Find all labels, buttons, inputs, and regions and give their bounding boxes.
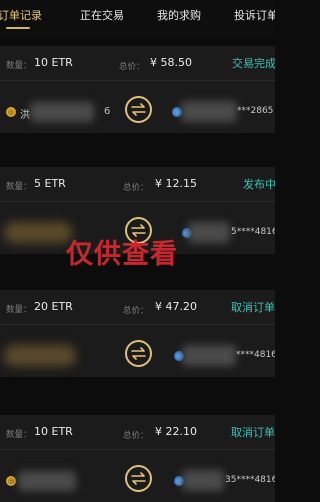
cancel-order-button[interactable]: 取消订单: [231, 424, 275, 440]
buyer-redacted: [181, 101, 237, 122]
quantity-label: 数量：: [6, 182, 32, 192]
seller-name: 洪: [20, 110, 30, 121]
buyer-id-suffix: 35****4816: [225, 475, 275, 485]
order-card[interactable]: 数量： 10 ETR 总价： ¥ 58.50 交易完成 ◎ 洪 6 ◎ ***2…: [0, 46, 275, 133]
total-label: 总价：: [123, 183, 149, 193]
buyer-id-suffix: 5****4816: [231, 227, 275, 237]
cancel-order-button[interactable]: 取消订单: [231, 299, 275, 315]
quantity-value: 5 ETR: [34, 177, 66, 190]
tab-my-requests[interactable]: 我的求购: [157, 7, 201, 23]
swap-arrows-icon: [131, 103, 146, 116]
tab-complaints[interactable]: 投诉订单: [234, 7, 275, 23]
quantity-label: 数量：: [6, 430, 32, 440]
quantity-value: 20 ETR: [34, 300, 73, 313]
total-value: ¥ 47.20: [155, 300, 197, 313]
order-status: 发布中: [243, 178, 275, 191]
order-summary-row: 数量： 5 ETR 总价： ¥ 12.15 发布中: [0, 167, 275, 202]
buyer-id-suffix: ****4816: [236, 350, 275, 360]
active-tab-indicator: [6, 27, 30, 29]
seller-redacted: [18, 471, 76, 491]
quantity-label: 数量：: [6, 305, 32, 315]
order-card[interactable]: 数量： 20 ETR 总价： ¥ 47.20 取消订单 ◎ ****4816: [0, 290, 275, 377]
total-value: ¥ 22.10: [155, 425, 197, 438]
gold-coin-icon: ◎: [6, 476, 16, 486]
buyer-id-suffix: ***2865: [237, 106, 274, 116]
buyer-redacted: [182, 345, 236, 366]
swap-arrows-icon: [131, 472, 146, 485]
seller-redacted: [4, 222, 72, 243]
total-value: ¥ 12.15: [155, 177, 197, 190]
order-summary-row: 数量： 10 ETR 总价： ¥ 58.50 交易完成: [0, 46, 275, 81]
buyer-redacted: [188, 222, 230, 243]
total-value: ¥ 58.50: [150, 56, 192, 69]
order-status: 交易完成: [232, 57, 275, 70]
tab-bar: 订单记录 正在交易 我的求购 投诉订单: [0, 0, 275, 36]
quantity-value: 10 ETR: [34, 56, 73, 69]
swap-button[interactable]: [125, 465, 152, 492]
total-label: 总价：: [123, 431, 149, 441]
seller-name-tail: 6: [104, 106, 111, 117]
swap-button[interactable]: [125, 96, 152, 123]
total-label: 总价：: [123, 306, 149, 316]
order-card[interactable]: 数量： 10 ETR 总价： ¥ 22.10 取消订单 ◎ ◎ 35****48…: [0, 415, 275, 502]
buyer-redacted: [182, 470, 224, 491]
watermark-text: 仅供查看: [66, 239, 178, 270]
order-summary-row: 数量： 20 ETR 总价： ¥ 47.20 取消订单: [0, 290, 275, 325]
tab-trading[interactable]: 正在交易: [80, 7, 124, 23]
total-label: 总价：: [119, 62, 145, 72]
app-root: 订单记录 正在交易 我的求购 投诉订单 数量： 10 ETR 总价： ¥ 58.…: [0, 0, 275, 502]
seller-redacted: [4, 345, 76, 366]
swap-arrows-icon: [131, 347, 146, 360]
swap-button[interactable]: [125, 340, 152, 367]
gold-coin-icon: ◎: [6, 107, 16, 117]
tab-order-records[interactable]: 订单记录: [0, 7, 42, 23]
quantity-value: 10 ETR: [34, 425, 73, 438]
order-summary-row: 数量： 10 ETR 总价： ¥ 22.10 取消订单: [0, 415, 275, 450]
quantity-label: 数量：: [6, 61, 32, 71]
seller-redacted: [30, 102, 94, 122]
